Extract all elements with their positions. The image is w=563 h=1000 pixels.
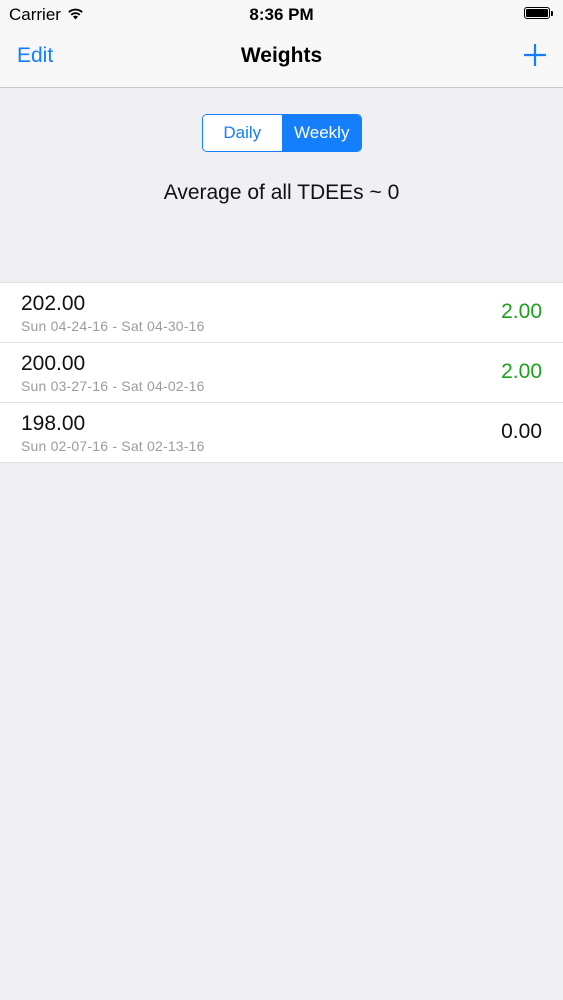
page-title: Weights <box>240 44 323 67</box>
battery-tip <box>551 11 553 16</box>
battery-icon <box>524 7 554 21</box>
row-value: 2.00 <box>501 360 542 383</box>
add-button[interactable] <box>521 41 549 69</box>
segment-weekly[interactable]: Weekly <box>282 115 361 151</box>
battery-body <box>524 7 550 19</box>
row-date-range: Sun 02-07-16 - Sat 02-13-16 <box>21 438 205 454</box>
row-weight: 198.00 <box>21 412 86 435</box>
row-value: 0.00 <box>501 420 542 443</box>
row-weight: 202.00 <box>21 292 86 315</box>
status-time: 8:36 PM <box>249 5 314 24</box>
plus-icon <box>524 44 546 66</box>
row-value: 2.00 <box>501 300 542 323</box>
daily-weekly-segmented-control: Daily Weekly <box>202 114 362 152</box>
navigation-bar: Edit Weights <box>0 30 563 88</box>
row-date-range: Sun 04-24-16 - Sat 04-30-16 <box>21 318 205 334</box>
row-weight: 200.00 <box>21 352 86 375</box>
list-item[interactable]: 202.00 Sun 04-24-16 - Sat 04-30-16 2.00 <box>0 283 563 343</box>
average-tdee-label: Average of all TDEEs ~ 0 <box>163 181 400 204</box>
row-date-range: Sun 03-27-16 - Sat 04-02-16 <box>21 378 205 394</box>
weights-list: 202.00 Sun 04-24-16 - Sat 04-30-16 2.00 … <box>0 282 563 463</box>
list-item[interactable]: 200.00 Sun 03-27-16 - Sat 04-02-16 2.00 <box>0 343 563 403</box>
status-bar: Carrier 8:36 PM <box>0 0 563 30</box>
segment-daily[interactable]: Daily <box>203 115 283 151</box>
battery-fill <box>526 9 548 17</box>
list-item[interactable]: 198.00 Sun 02-07-16 - Sat 02-13-16 0.00 <box>0 403 563 462</box>
